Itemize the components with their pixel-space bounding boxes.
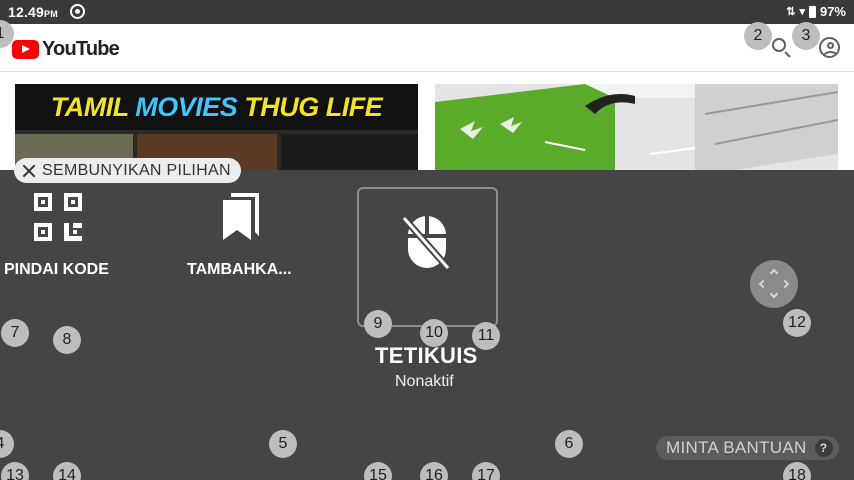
thumbnail-banner: TAMIL MOVIES THUG LIFE — [15, 84, 418, 130]
wifi-icon: ▾ — [799, 5, 805, 18]
search-icon[interactable] — [770, 36, 794, 60]
screen: 12.49PM ⇅ ▾ 97% YouTube TAMIL MOVIES THU… — [0, 0, 854, 480]
mouse-title: TETIKUIS — [375, 343, 478, 368]
interior-photo — [435, 84, 838, 170]
mouse-off-icon — [402, 215, 451, 270]
mouse-status: Nonaktif — [395, 373, 454, 390]
sync-icon — [70, 4, 85, 19]
scan-marker[interactable]: 7 — [1, 319, 29, 347]
thumbnail-still — [281, 134, 418, 170]
scan-marker[interactable]: 11 — [472, 322, 500, 350]
youtube-play-icon — [12, 40, 39, 59]
scan-marker[interactable]: 2 — [744, 22, 772, 50]
thumbnail-title: TAMIL MOVIES THUG LIFE — [50, 91, 383, 122]
help-icon: ? — [814, 439, 833, 457]
add-bookmark-label: TAMBAHKA... — [187, 261, 292, 278]
youtube-app-bar: YouTube — [0, 24, 854, 72]
scan-marker[interactable]: 6 — [555, 430, 583, 458]
get-help-button[interactable]: MINTA BANTUAN ? — [656, 436, 839, 460]
chevron-left-icon — [758, 279, 768, 289]
feed-content: TAMIL MOVIES THUG LIFE — [0, 72, 854, 170]
status-right: ⇅ ▾ 97% — [786, 4, 846, 19]
navigation-pad[interactable] — [750, 260, 798, 308]
chevron-right-icon — [780, 279, 790, 289]
hide-options-label: SEMBUNYIKAN PILIHAN — [42, 161, 231, 179]
status-bar: 12.49PM ⇅ ▾ 97% — [0, 0, 854, 24]
chevron-down-icon — [769, 289, 779, 299]
battery-icon — [808, 5, 816, 18]
qr-code-icon[interactable] — [34, 193, 82, 241]
get-help-label: MINTA BANTUAN — [666, 438, 807, 457]
status-time: 12.49PM — [8, 4, 58, 20]
scan-code-label: PINDAI KODE — [4, 261, 109, 278]
close-icon — [22, 164, 36, 178]
data-arrows-icon: ⇅ — [786, 5, 796, 18]
account-icon[interactable] — [818, 36, 842, 60]
scan-marker[interactable]: 3 — [792, 22, 820, 50]
video-thumbnail[interactable] — [435, 84, 838, 170]
scan-marker[interactable]: 10 — [420, 319, 448, 347]
status-ampm: PM — [44, 9, 58, 19]
scan-marker[interactable]: 9 — [364, 310, 392, 338]
bookmark-icon[interactable] — [221, 190, 263, 242]
scan-marker[interactable]: 8 — [53, 326, 81, 354]
hide-options-button[interactable]: SEMBUNYIKAN PILIHAN — [14, 158, 241, 183]
battery-percent: 97% — [819, 4, 846, 19]
scan-marker[interactable]: 12 — [783, 309, 811, 337]
youtube-logo[interactable]: YouTube — [12, 38, 120, 61]
youtube-wordmark: YouTube — [42, 38, 120, 60]
chevron-up-icon — [769, 268, 779, 278]
scan-marker[interactable]: 5 — [269, 430, 297, 458]
